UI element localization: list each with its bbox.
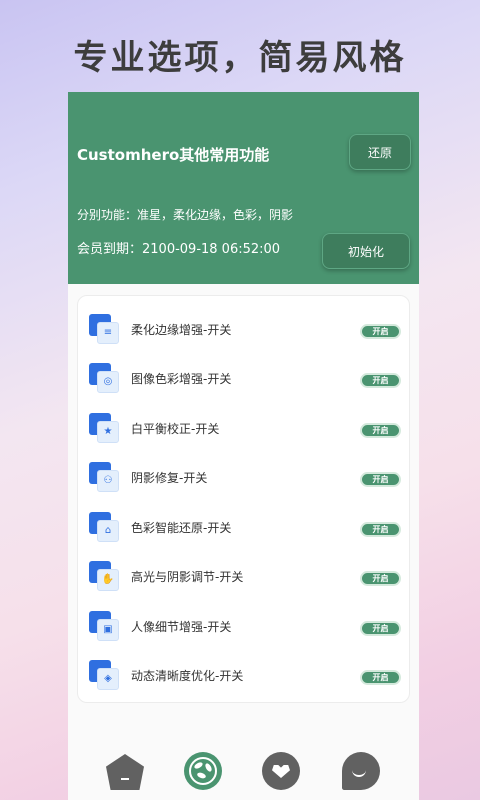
setting-toggle[interactable]: 开启	[360, 423, 401, 438]
feature-title: Customhero其他常用功能	[77, 146, 270, 164]
setting-label: 阴影修复-开关	[131, 471, 208, 485]
heart-tab-icon[interactable]	[262, 752, 300, 790]
setting-item: ✋ 高光与阴影调节-开关 开启	[78, 555, 411, 595]
home-icon: ⌂	[89, 512, 121, 544]
initialize-button[interactable]: 初始化	[322, 233, 410, 269]
setting-toggle[interactable]: 开启	[360, 571, 401, 586]
cube-icon: ▣	[89, 611, 121, 643]
setting-label: 色彩智能还原-开关	[131, 521, 232, 535]
setting-label: 白平衡校正-开关	[131, 422, 220, 436]
membership-expiry: 会员到期：2100-09-18 06:52:00	[77, 242, 281, 257]
star-icon: ★	[89, 413, 121, 445]
setting-toggle[interactable]: 开启	[360, 621, 401, 636]
setting-label: 人像细节增强-开关	[131, 620, 232, 634]
setting-item: ▣ 人像细节增强-开关 开启	[78, 605, 411, 645]
feature-list-text: 分别功能：准星，柔化边缘，色彩，阴影	[77, 208, 294, 222]
setting-item: ★ 白平衡校正-开关 开启	[78, 407, 411, 447]
setting-label: 动态清晰度优化-开关	[131, 669, 244, 683]
smile-tab-icon[interactable]	[342, 752, 380, 790]
setting-label: 图像色彩增强-开关	[131, 372, 232, 386]
feature-header: Customhero其他常用功能 还原 分别功能：准星，柔化边缘，色彩，阴影 会…	[68, 92, 419, 284]
setting-label: 柔化边缘增强-开关	[131, 323, 232, 337]
setting-item: ≡ 柔化边缘增强-开关 开启	[78, 308, 411, 348]
setting-toggle[interactable]: 开启	[360, 324, 401, 339]
box-icon: ◈	[89, 660, 121, 692]
setting-toggle[interactable]: 开启	[360, 472, 401, 487]
setting-toggle[interactable]: 开启	[360, 373, 401, 388]
home-tab-icon[interactable]	[106, 752, 144, 790]
setting-item: ⌂ 色彩智能还原-开关 开启	[78, 506, 411, 546]
setting-item: ⚇ 阴影修复-开关 开启	[78, 456, 411, 496]
setting-toggle[interactable]: 开启	[360, 522, 401, 537]
setting-item: ◎ 图像色彩增强-开关 开启	[78, 357, 411, 397]
palette-icon: ◎	[89, 363, 121, 395]
restore-button[interactable]: 还原	[349, 134, 411, 170]
settings-card: ≡ 柔化边缘增强-开关 开启 ◎ 图像色彩增强-开关 开启 ★ 白平衡校正-开关…	[77, 295, 410, 703]
setting-item: ◈ 动态清晰度优化-开关 开启	[78, 654, 411, 694]
page-headline: 专业选项，简易风格	[73, 38, 407, 78]
setting-toggle[interactable]: 开启	[360, 670, 401, 685]
app-screen: Customhero其他常用功能 还原 分别功能：准星，柔化边缘，色彩，阴影 会…	[68, 92, 419, 800]
fan-tab-icon[interactable]	[184, 752, 222, 790]
hand-icon: ✋	[89, 561, 121, 593]
network-icon: ⚇	[89, 462, 121, 494]
bottom-tab-bar	[68, 744, 419, 800]
setting-label: 高光与阴影调节-开关	[131, 570, 244, 584]
list-icon: ≡	[89, 314, 121, 346]
